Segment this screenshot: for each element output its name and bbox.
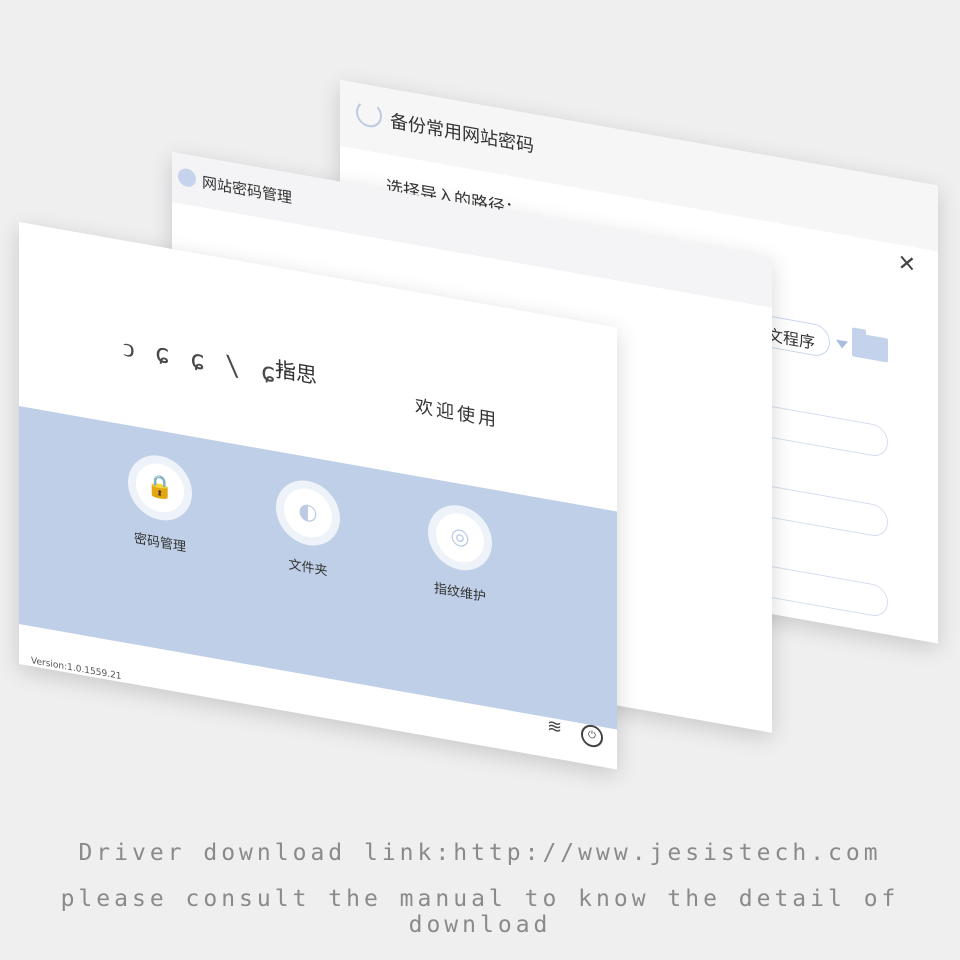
fingerprint-icon: ◎ [450, 523, 470, 552]
lock-shield-icon: 🔒 [146, 472, 174, 503]
folder-icon: ◐ [298, 498, 318, 527]
refresh-icon [356, 98, 382, 130]
path-selector-text: 文程序 [766, 325, 815, 353]
backup-window-title: 备份常用网站密码 [390, 110, 534, 158]
brand-logo: ↄ ɕ ɕ \ ɕTM [123, 332, 293, 392]
logo-glyphs: ↄ ɕ ɕ \ ɕ [123, 332, 278, 390]
feature-folder[interactable]: ◐ 文件夹 [253, 471, 363, 585]
feature-band: 🔒 密码管理 ◐ 文件夹 ◎ 指纹维护 [19, 406, 617, 730]
chevron-down-icon[interactable] [836, 339, 848, 350]
feature-label: 指纹维护 [433, 581, 486, 606]
folder-icon[interactable] [852, 332, 888, 363]
feature-password-manager[interactable]: 🔒 密码管理 [105, 446, 215, 560]
backup-close-button[interactable]: ✕ [898, 250, 916, 278]
power-icon[interactable]: ⏻ [581, 723, 603, 749]
feature-label: 密码管理 [133, 531, 186, 556]
feature-fingerprint[interactable]: ◎ 指纹维护 [405, 496, 515, 610]
welcome-text: 欢迎使用 [415, 395, 499, 432]
caption-line-2: please consult the manual to know the de… [60, 886, 900, 938]
caption-line-1: Driver download link:http://www.jesistec… [78, 840, 882, 866]
feature-label: 文件夹 [288, 557, 328, 580]
app-icon [178, 167, 196, 189]
version-label: Version:1.0.1559.21 [31, 656, 122, 683]
password-manager-title: 网站密码管理 [202, 173, 293, 208]
layers-icon[interactable]: ≋ [547, 715, 567, 739]
